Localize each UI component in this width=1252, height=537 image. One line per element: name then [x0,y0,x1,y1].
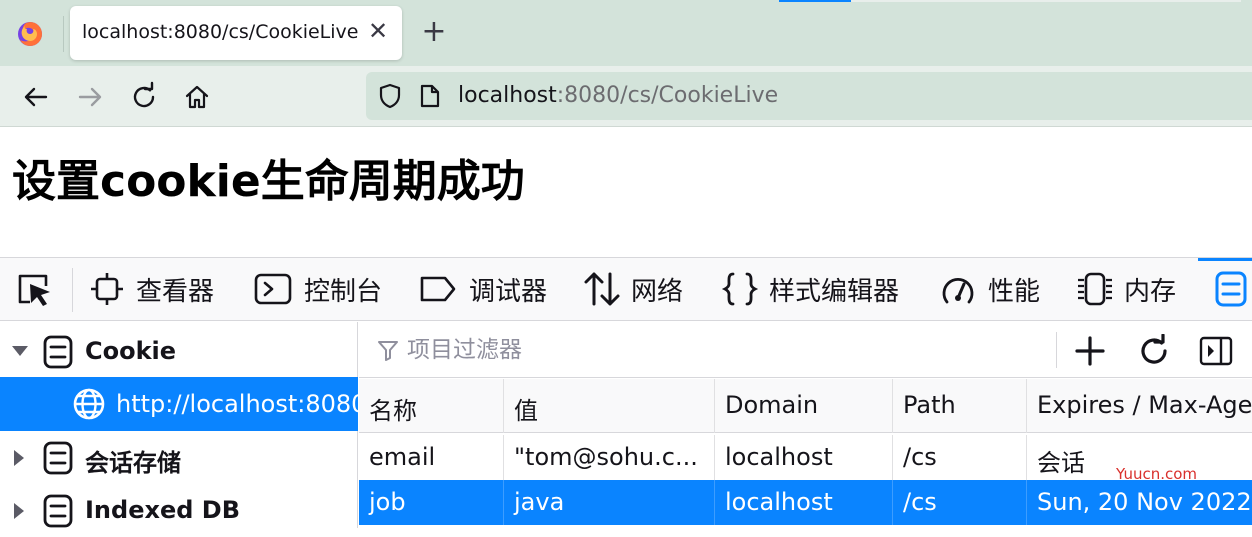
tab-divider [63,16,64,52]
cell-value: "tom@sohu.c... [503,435,714,480]
devtools-tab-console[interactable]: 控制台 [254,258,382,320]
tabbar-accent-line [779,0,851,2]
close-tab-icon[interactable]: ✕ [366,19,390,44]
tree-item-session-storage[interactable]: 会话存储 [0,430,358,484]
storage-section-icon [43,494,73,528]
tree-item-label: Indexed DB [85,496,240,524]
tracking-protection-shield-icon[interactable] [378,83,402,109]
storage-section-icon [43,335,73,369]
tree-item-label: 会话存储 [85,449,181,477]
console-icon [254,273,292,305]
tree-item-indexed-db[interactable]: Indexed DB [0,483,358,537]
collapsed-arrow-icon[interactable] [12,501,26,521]
debugger-icon [420,276,456,302]
home-icon[interactable] [181,81,213,113]
refresh-items-icon[interactable] [1137,334,1171,368]
navigation-bar: localhost:8080/cs/CookieLive [0,66,1252,127]
performance-icon [942,278,974,304]
filter-bar-separator [1056,332,1057,368]
cell-domain: localhost [714,435,892,480]
active-browser-tab[interactable]: localhost:8080/cs/CookieLive ✕ [70,6,402,60]
devtools-tab-storage[interactable] [1214,258,1248,320]
column-header-domain[interactable]: Domain [714,379,892,433]
page-info-icon[interactable] [420,84,440,108]
add-item-plus-icon[interactable] [1073,334,1107,368]
devtools-tab-style-editor[interactable]: 样式编辑器 [721,258,899,320]
reload-icon[interactable] [128,81,160,113]
devtools-tab-debugger[interactable]: 调试器 [419,258,547,320]
toggle-sidebar-icon[interactable] [1199,334,1233,368]
url-host: localhost [458,83,557,108]
filter-items-input[interactable] [407,334,1007,366]
devtools-toolbar: 查看器 控制台 调试器 网络 样式编辑器 性能 内存 [0,257,1252,321]
table-row[interactable]: job java localhost /cs Sun, 20 Nov 2022 [359,480,1252,525]
tree-item-cookie[interactable]: Cookie [0,324,358,378]
tree-item-localhost[interactable]: http://localhost:8080 [0,377,358,431]
column-header-name[interactable]: 名称 [359,379,503,433]
cell-path: /cs [892,480,1026,525]
style-editor-icon [721,272,759,306]
element-picker-icon[interactable] [14,270,56,310]
column-header-value[interactable]: 值 [503,379,714,433]
cell-name: email [369,443,436,471]
cell-domain: localhost [714,480,892,525]
cell-path: /cs [892,435,1026,480]
column-header-path[interactable]: Path [892,379,1026,433]
devtools-tab-label: 性能 [988,276,1041,307]
inspector-icon [91,273,123,305]
page-heading: 设置cookie生命周期成功 [12,156,525,207]
devtools-tab-memory[interactable]: 内存 [1076,258,1176,320]
tree-item-label: http://localhost:8080 [116,390,358,418]
cell-name: job [369,488,406,516]
cell-value: java [503,480,714,525]
url-bar[interactable]: localhost:8080/cs/CookieLive [366,72,1252,120]
devtools-tab-label: 网络 [631,276,684,307]
memory-icon [1078,272,1112,306]
back-arrow-icon[interactable] [20,81,52,113]
collapsed-arrow-icon[interactable] [12,448,26,468]
filter-funnel-icon [378,341,398,361]
page-content: 设置cookie生命周期成功 [0,127,1252,257]
devtools-tab-label: 样式编辑器 [769,276,900,307]
expanded-arrow-icon[interactable] [10,344,30,358]
storage-filter-bar [359,322,1252,378]
watermark-text: Yuucn.com [1116,465,1198,483]
devtools-tab-label: 内存 [1124,276,1177,307]
network-icon [584,272,620,306]
devtools-tab-performance[interactable]: 性能 [940,258,1040,320]
tree-item-label: Cookie [85,337,177,365]
devtools-tab-label: 控制台 [304,276,383,307]
toolbar-separator [72,268,73,312]
cookie-table: 名称 值 Domain Path Expires / Max-Age email… [359,379,1252,528]
storage-tree: Cookie http://localhost:8080 会话存储 Indexe… [0,322,358,528]
storage-section-icon [43,441,73,475]
new-tab-plus-icon[interactable]: + [420,17,448,49]
cell-expires: Sun, 20 Nov 2022 [1026,480,1252,525]
devtools-tab-network[interactable]: 网络 [583,258,683,320]
browser-tab-bar: localhost:8080/cs/CookieLive ✕ + [0,0,1252,66]
active-tab-indicator [1198,258,1252,261]
url-path: :8080/cs/CookieLive [556,83,779,108]
url-text[interactable]: localhost:8080/cs/CookieLive [458,83,778,108]
tab-title: localhost:8080/cs/CookieLive [82,21,359,43]
storage-icon [1215,271,1247,307]
devtools-tab-label: 查看器 [136,276,215,307]
tabbar-accent-line-light [851,0,1241,2]
forward-arrow-icon[interactable] [74,81,106,113]
devtools-tab-label: 调试器 [469,276,548,307]
globe-icon [73,388,105,420]
devtools-tab-inspector[interactable]: 查看器 [90,258,214,320]
table-header-row: 名称 值 Domain Path Expires / Max-Age [359,379,1252,433]
column-header-expires[interactable]: Expires / Max-Age [1026,379,1252,433]
firefox-logo-icon[interactable] [16,20,44,48]
